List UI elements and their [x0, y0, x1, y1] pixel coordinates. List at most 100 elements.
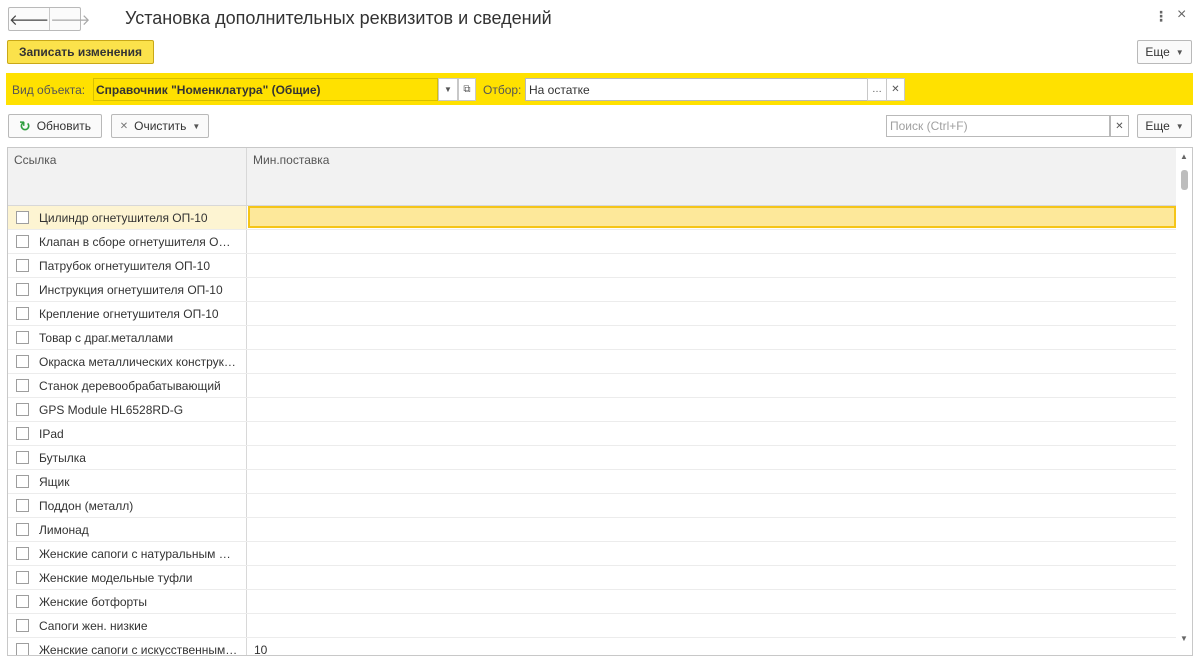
row-checkbox[interactable]	[16, 235, 29, 248]
save-changes-button[interactable]: Записать изменения	[7, 40, 154, 64]
ref-cell[interactable]: Женские модельные туфли	[8, 566, 246, 589]
ref-cell[interactable]: Женские ботфорты	[8, 590, 246, 613]
refresh-button[interactable]: ↻ Обновить	[8, 114, 102, 138]
table-row[interactable]: Станок деревообрабатывающий	[8, 374, 1176, 398]
search-input[interactable]	[886, 115, 1110, 137]
min-supply-cell[interactable]	[248, 326, 1176, 349]
row-checkbox[interactable]	[16, 355, 29, 368]
column-header-min-supply[interactable]: Мин.поставка	[253, 153, 329, 167]
min-supply-cell[interactable]	[248, 254, 1176, 277]
ref-cell[interactable]: Окраска металлических конструкций	[8, 350, 246, 373]
table-row[interactable]: Женские сапоги с искусственным мехом 10	[8, 638, 1176, 656]
min-supply-cell[interactable]	[248, 350, 1176, 373]
list-more-button[interactable]: Еще ▼	[1137, 114, 1192, 138]
row-checkbox[interactable]	[16, 379, 29, 392]
vertical-scrollbar[interactable]: ▲ ▼	[1178, 148, 1192, 655]
table-row[interactable]: Лимонад	[8, 518, 1176, 542]
ref-cell[interactable]: Женские сапоги с натуральным мехом	[8, 542, 246, 565]
object-kind-open-button[interactable]: ⧉	[458, 78, 476, 101]
table-row[interactable]: Женские модельные туфли	[8, 566, 1176, 590]
table-row[interactable]: Поддон (металл)	[8, 494, 1176, 518]
clear-button[interactable]: ✕ Очистить ▼	[111, 114, 209, 138]
row-checkbox[interactable]	[16, 523, 29, 536]
min-supply-cell[interactable]: 10	[248, 638, 1176, 656]
row-checkbox[interactable]	[16, 259, 29, 272]
min-supply-cell[interactable]	[248, 446, 1176, 469]
row-checkbox[interactable]	[16, 427, 29, 440]
column-header-ref[interactable]: Ссылка	[14, 153, 56, 167]
min-supply-cell[interactable]	[248, 230, 1176, 253]
table-row[interactable]: Окраска металлических конструкций	[8, 350, 1176, 374]
table-row[interactable]: GPS Module HL6528RD-G	[8, 398, 1176, 422]
ref-cell[interactable]: Инструкция огнетушителя ОП-10	[8, 278, 246, 301]
table-row[interactable]: Ящик	[8, 470, 1176, 494]
row-checkbox[interactable]	[16, 307, 29, 320]
min-supply-cell[interactable]	[248, 278, 1176, 301]
ref-text: Сапоги жен. низкие	[39, 618, 148, 633]
row-checkbox[interactable]	[16, 211, 29, 224]
ref-cell[interactable]: GPS Module HL6528RD-G	[8, 398, 246, 421]
table-row[interactable]: Бутылка	[8, 446, 1176, 470]
object-kind-dropdown-button[interactable]: ▼	[438, 78, 458, 101]
selection-pick-button[interactable]: …	[867, 78, 887, 101]
min-supply-cell[interactable]	[248, 206, 1176, 228]
table-row[interactable]: Цилиндр огнетушителя ОП-10	[8, 206, 1176, 230]
row-checkbox[interactable]	[16, 643, 29, 655]
min-supply-cell[interactable]	[248, 374, 1176, 397]
scroll-thumb[interactable]	[1181, 170, 1188, 190]
row-checkbox[interactable]	[16, 571, 29, 584]
ref-cell[interactable]: IPad	[8, 422, 246, 445]
selection-field[interactable]: На остатке	[525, 78, 868, 101]
row-checkbox[interactable]	[16, 547, 29, 560]
min-supply-cell[interactable]	[248, 542, 1176, 565]
ref-cell[interactable]: Лимонад	[8, 518, 246, 541]
ref-cell[interactable]: Патрубок огнетушителя ОП-10	[8, 254, 246, 277]
table-row[interactable]: Крепление огнетушителя ОП-10	[8, 302, 1176, 326]
more-actions-button[interactable]: Еще ▼	[1137, 40, 1192, 64]
window-menu-button[interactable]: ⋮	[1154, 8, 1168, 25]
row-checkbox[interactable]	[16, 475, 29, 488]
ref-cell[interactable]: Цилиндр огнетушителя ОП-10	[8, 206, 246, 229]
table-row[interactable]: Инструкция огнетушителя ОП-10	[8, 278, 1176, 302]
ref-cell[interactable]: Бутылка	[8, 446, 246, 469]
table-row[interactable]: Патрубок огнетушителя ОП-10	[8, 254, 1176, 278]
min-supply-cell[interactable]	[248, 494, 1176, 517]
min-supply-cell[interactable]	[248, 518, 1176, 541]
ref-cell[interactable]: Клапан в сборе огнетушителя ОП-10	[8, 230, 246, 253]
row-checkbox[interactable]	[16, 595, 29, 608]
ref-cell[interactable]: Женские сапоги с искусственным мехом	[8, 638, 246, 655]
ref-cell[interactable]: Поддон (металл)	[8, 494, 246, 517]
row-checkbox[interactable]	[16, 331, 29, 344]
object-kind-field[interactable]: Справочник "Номенклатура" (Общие)	[93, 78, 438, 101]
close-window-button[interactable]: ×	[1177, 6, 1186, 24]
forward-button[interactable]: 🡒	[50, 8, 90, 30]
table-row[interactable]: Женские ботфорты	[8, 590, 1176, 614]
row-checkbox[interactable]	[16, 403, 29, 416]
min-supply-cell[interactable]	[248, 422, 1176, 445]
search-clear-button[interactable]: ✕	[1110, 115, 1129, 137]
row-checkbox[interactable]	[16, 619, 29, 632]
table-row[interactable]: Товар с драг.металлами	[8, 326, 1176, 350]
table-row[interactable]: Сапоги жен. низкие	[8, 614, 1176, 638]
selection-clear-button[interactable]: ✕	[886, 78, 905, 101]
row-checkbox[interactable]	[16, 283, 29, 296]
row-checkbox[interactable]	[16, 499, 29, 512]
min-supply-cell[interactable]	[248, 614, 1176, 637]
ref-cell[interactable]: Станок деревообрабатывающий	[8, 374, 246, 397]
ref-cell[interactable]: Ящик	[8, 470, 246, 493]
table-row[interactable]: Клапан в сборе огнетушителя ОП-10	[8, 230, 1176, 254]
min-supply-cell[interactable]	[248, 470, 1176, 493]
back-button[interactable]: 🡐	[9, 8, 51, 30]
ref-cell[interactable]: Крепление огнетушителя ОП-10	[8, 302, 246, 325]
table-row[interactable]: IPad	[8, 422, 1176, 446]
min-supply-cell[interactable]	[248, 566, 1176, 589]
row-checkbox[interactable]	[16, 451, 29, 464]
min-supply-cell[interactable]	[248, 398, 1176, 421]
table-row[interactable]: Женские сапоги с натуральным мехом	[8, 542, 1176, 566]
min-supply-cell[interactable]	[248, 590, 1176, 613]
ref-cell[interactable]: Сапоги жен. низкие	[8, 614, 246, 637]
scroll-up-icon[interactable]: ▲	[1180, 152, 1188, 161]
min-supply-cell[interactable]	[248, 302, 1176, 325]
scroll-down-icon[interactable]: ▼	[1180, 634, 1188, 643]
ref-cell[interactable]: Товар с драг.металлами	[8, 326, 246, 349]
